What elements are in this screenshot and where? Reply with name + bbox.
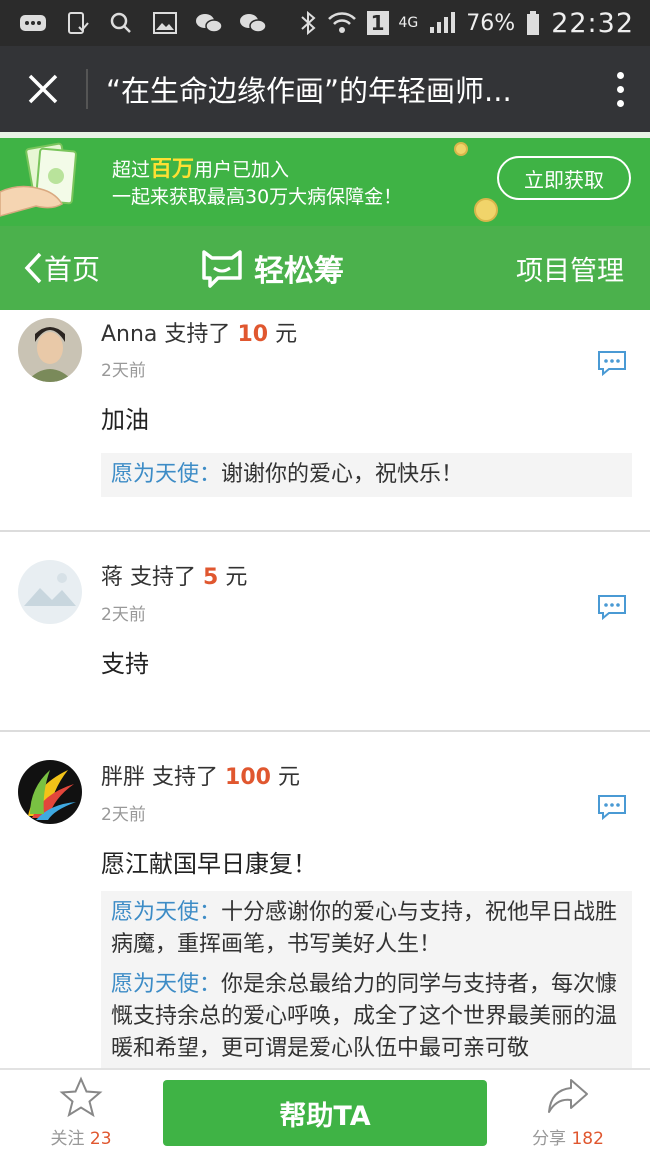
- battery-icon: [527, 11, 540, 35]
- status-bar: 1 4G 76% 22:32: [0, 0, 650, 46]
- comment-reply-icon[interactable]: [597, 594, 627, 620]
- title-divider: [86, 69, 88, 109]
- supporter-name[interactable]: 胖胖: [101, 765, 145, 790]
- supporter-line: 胖胖 支持了 100 元: [101, 759, 300, 791]
- post-time: 2天前: [101, 805, 146, 825]
- follow-count: 23: [89, 1129, 112, 1149]
- system-indicators: 1 4G 76% 22:32: [299, 8, 650, 39]
- supporter-name[interactable]: 蒋: [101, 565, 123, 590]
- signal-icon: [430, 12, 456, 33]
- close-icon: [28, 74, 58, 104]
- more-dot-icon: [616, 99, 624, 107]
- support-amount: 10: [237, 322, 269, 347]
- currency-unit: 元: [275, 322, 298, 347]
- star-icon: [59, 1076, 103, 1118]
- share-button[interactable]: 分享 182: [518, 1076, 618, 1149]
- notification-icons: [0, 11, 268, 35]
- banner-line2: 一起来获取最高30万大病保障金！: [112, 186, 403, 208]
- support-action: 支持了: [164, 322, 231, 347]
- support-message: 加油: [101, 406, 149, 434]
- cat-logo-icon: [202, 250, 242, 288]
- avatar-placeholder: [18, 560, 82, 624]
- money-hand-icon: [0, 142, 77, 217]
- close-button[interactable]: [0, 46, 86, 132]
- more-menu-button[interactable]: [590, 71, 650, 107]
- reply-thread: 愿为天使：谢谢你的爱心，祝快乐！: [101, 453, 632, 497]
- image-icon: [153, 12, 177, 34]
- share-label: 分享: [532, 1129, 567, 1149]
- wifi-icon: [327, 12, 356, 33]
- banner-line1-suffix: 用户已加入: [194, 159, 290, 181]
- follow-button[interactable]: 关注 23: [36, 1076, 126, 1149]
- help-ta-button[interactable]: 帮助TA: [163, 1080, 487, 1146]
- support-amount: 5: [203, 565, 219, 590]
- coin-icon: [454, 142, 468, 156]
- search-icon: [110, 12, 131, 33]
- bluetooth-icon: [300, 10, 316, 36]
- clock: 22:32: [551, 7, 634, 39]
- support-message: 支持: [101, 650, 149, 678]
- wechat-icon: [196, 14, 223, 33]
- project-manage-link[interactable]: 项目管理: [516, 249, 650, 288]
- supporter-name[interactable]: Anna: [101, 322, 157, 347]
- brand-logo: 轻松筹: [200, 246, 344, 290]
- wechat-icon-2: [240, 14, 267, 33]
- home-label: 首页: [44, 253, 101, 286]
- share-label-row: 分享 182: [518, 1124, 618, 1149]
- reply-entry: 愿为天使：十分感谢你的爱心与支持，祝他早日战胜病魔，重挥画笔，书写美好人生！: [111, 897, 622, 961]
- support-message: 愿江献国早日康复！: [101, 850, 317, 878]
- post-time: 2天前: [101, 361, 146, 381]
- support-amount: 100: [225, 765, 271, 790]
- home-back-button[interactable]: 首页: [0, 248, 200, 288]
- bottom-action-bar: 关注 23 帮助TA 分享 182: [0, 1068, 650, 1156]
- follow-label: 关注: [50, 1129, 85, 1149]
- phone-check-icon: [68, 12, 89, 34]
- share-count: 182: [571, 1129, 604, 1149]
- avatar[interactable]: [18, 560, 82, 624]
- get-now-button[interactable]: 立即获取: [497, 156, 631, 200]
- banner-highlight: 百万: [150, 157, 195, 182]
- supporter-line: Anna 支持了 10 元: [101, 316, 297, 348]
- chevron-left-icon: [24, 252, 42, 284]
- brand-name: 轻松筹: [254, 254, 344, 289]
- currency-unit: 元: [277, 765, 300, 790]
- comment-reply-icon[interactable]: [597, 794, 627, 820]
- follow-label-row: 关注 23: [36, 1124, 126, 1149]
- currency-unit: 元: [225, 565, 248, 590]
- chat-bubble-icon: [20, 15, 46, 31]
- reply-entry: 愿为天使：你是余总最给力的同学与支持者，每次慷慨支持余总的爱心呼唤，成全了这个世…: [111, 969, 622, 1065]
- app-nav-bar: 首页 轻松筹 项目管理: [0, 226, 650, 310]
- avatar[interactable]: [18, 760, 82, 824]
- list-item: 胖胖 支持了 100 元 2天前 愿江献国早日康复！ 愿为天使：十分感谢你的爱心…: [0, 732, 650, 1068]
- webview-title-bar: “在生命边缘作画”的年轻画师...: [0, 46, 650, 132]
- banner-line1-prefix: 超过: [112, 159, 151, 181]
- battery-percent: 76%: [466, 10, 516, 36]
- reply-text: 谢谢你的爱心，祝快乐！: [221, 462, 464, 487]
- page-title: “在生命边缘作画”的年轻画师...: [106, 74, 512, 108]
- list-item: 蒋 支持了 5 元 2天前 支持: [0, 532, 650, 732]
- supporter-list[interactable]: Anna 支持了 10 元 2天前 加油 愿为天使：谢谢你的爱心，祝快乐！ 蒋 …: [0, 310, 650, 1068]
- post-time: 2天前: [101, 605, 146, 625]
- reply-author: 愿为天使：: [111, 462, 222, 487]
- reply-entry: 愿为天使：谢谢你的爱心，祝快乐！: [111, 459, 622, 491]
- support-action: 支持了: [130, 565, 197, 590]
- avatar-photo: [18, 760, 82, 824]
- sim-badge: 1: [366, 11, 389, 35]
- coin-icon: [474, 198, 498, 222]
- avatar[interactable]: [18, 318, 82, 382]
- avatar-photo: [18, 318, 82, 382]
- reply-thread: 愿为天使：十分感谢你的爱心与支持，祝他早日战胜病魔，重挥画笔，书写美好人生！ 愿…: [101, 891, 632, 1068]
- more-dot-icon: [616, 85, 624, 93]
- supporter-line: 蒋 支持了 5 元: [101, 559, 247, 591]
- list-item: Anna 支持了 10 元 2天前 加油 愿为天使：谢谢你的爱心，祝快乐！: [0, 310, 650, 532]
- network-type: 4G: [398, 15, 419, 31]
- support-action: 支持了: [152, 765, 219, 790]
- banner-text: 超过百万用户已加入 一起来获取最高30万大病保障金！: [112, 156, 402, 211]
- more-dot-icon: [616, 71, 624, 79]
- share-arrow-icon: [548, 1079, 588, 1113]
- comment-reply-icon[interactable]: [597, 350, 627, 376]
- promo-banner[interactable]: 超过百万用户已加入 一起来获取最高30万大病保障金！ 立即获取: [0, 132, 650, 226]
- reply-author: 愿为天使：: [111, 900, 222, 925]
- reply-author: 愿为天使：: [111, 972, 222, 997]
